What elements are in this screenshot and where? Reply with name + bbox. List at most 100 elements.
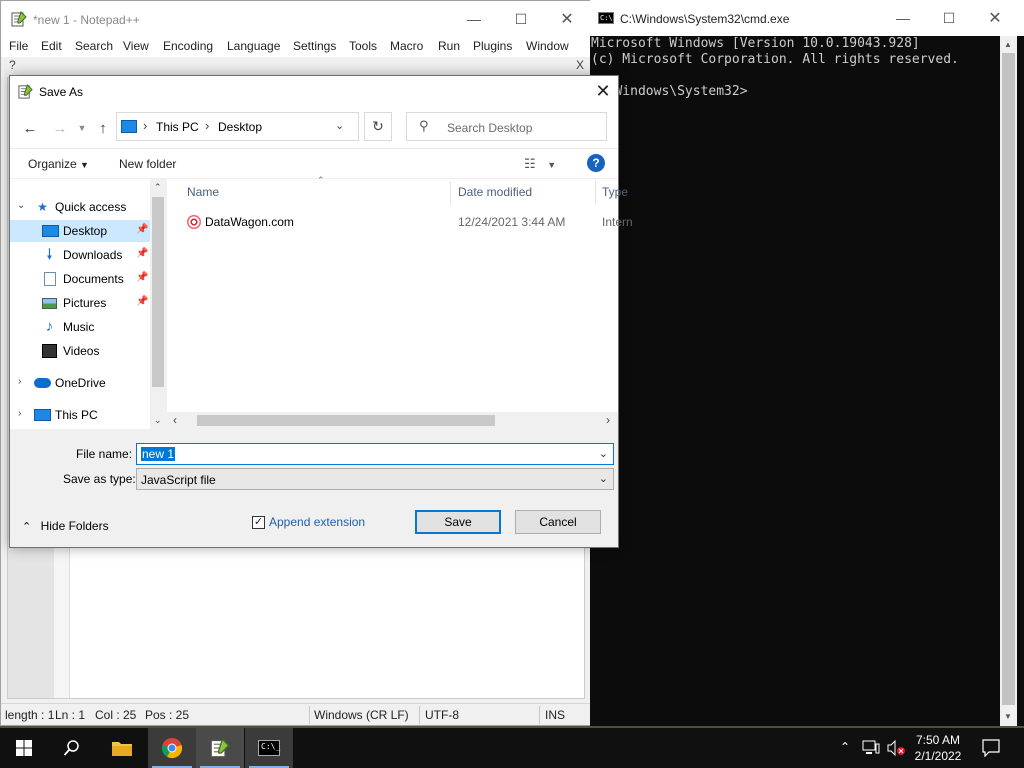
- chevron-right-icon[interactable]: ›: [18, 408, 21, 419]
- pin-icon[interactable]: 📌: [136, 248, 148, 259]
- menu-language[interactable]: Language: [227, 39, 280, 53]
- close-document-icon[interactable]: X: [576, 58, 584, 72]
- menu-edit[interactable]: Edit: [41, 39, 62, 53]
- nav-onedrive[interactable]: › OneDrive: [10, 372, 150, 394]
- notification-icon[interactable]: [982, 739, 1000, 757]
- file-name-input[interactable]: new 1 ⌄: [136, 443, 614, 465]
- maximize-icon[interactable]: ☐: [926, 0, 972, 36]
- nav-item-downloads[interactable]: 🠗 Downloads 📌: [10, 244, 150, 266]
- save-button[interactable]: Save: [415, 510, 501, 534]
- dialog-command-bar: Organize ▼ New folder ☷ ▼ ?: [10, 148, 618, 178]
- column-header-date-modified[interactable]: Date modified: [458, 185, 532, 199]
- scrollbar-thumb[interactable]: [152, 197, 164, 387]
- taskbar-chrome[interactable]: [148, 728, 196, 768]
- nav-item-videos[interactable]: Videos: [10, 340, 150, 362]
- menu-run[interactable]: Run: [438, 39, 460, 53]
- menu-window[interactable]: Window: [526, 39, 569, 53]
- scrollbar-thumb[interactable]: [1002, 53, 1015, 705]
- scroll-down-icon[interactable]: ▼: [1004, 712, 1012, 721]
- append-extension-checkbox[interactable]: ✓: [252, 516, 265, 529]
- column-header-name[interactable]: Name: [187, 185, 219, 199]
- cmd-titlebar[interactable]: C:\ C:\Windows\System32\cmd.exe — ☐ ✕: [590, 0, 1024, 36]
- cmd-console[interactable]: Microsoft Windows [Version 10.0.19043.92…: [590, 36, 1000, 726]
- up-arrow-icon[interactable]: ↑: [93, 118, 113, 138]
- menu-macro[interactable]: Macro: [390, 39, 423, 53]
- nav-label: OneDrive: [55, 376, 106, 390]
- nav-item-desktop[interactable]: Desktop 📌: [10, 220, 150, 242]
- pin-icon[interactable]: 📌: [136, 272, 148, 283]
- chevron-right-icon[interactable]: ›: [606, 413, 610, 427]
- maximize-icon[interactable]: ☐: [498, 1, 544, 37]
- file-list-hscrollbar[interactable]: ‹ ›: [167, 412, 618, 429]
- chevron-right-icon[interactable]: ›: [205, 118, 209, 133]
- windows-logo-icon: [16, 740, 32, 756]
- pin-icon[interactable]: 📌: [136, 224, 148, 235]
- close-icon[interactable]: ✕: [544, 1, 590, 37]
- taskbar-notepadpp[interactable]: [196, 728, 244, 768]
- minimize-icon[interactable]: —: [451, 1, 497, 37]
- nav-item-music[interactable]: ♪ Music: [10, 316, 150, 338]
- chevron-right-icon[interactable]: ›: [143, 118, 147, 133]
- menu-tools[interactable]: Tools: [349, 39, 377, 53]
- star-icon: ★: [37, 200, 48, 214]
- minimize-icon[interactable]: —: [880, 0, 926, 36]
- new-folder-button[interactable]: New folder: [119, 157, 176, 171]
- address-bar[interactable]: › This PC › Desktop ⌄: [116, 112, 359, 141]
- close-icon[interactable]: ✕: [972, 0, 1018, 36]
- chevron-left-icon[interactable]: ‹: [173, 413, 177, 427]
- cmd-scrollbar[interactable]: ▲ ▼: [1000, 36, 1017, 726]
- dialog-titlebar[interactable]: Save As ✕: [10, 76, 618, 106]
- nav-scrollbar[interactable]: ⌃ ⌄: [150, 179, 166, 429]
- menu-settings[interactable]: Settings: [293, 39, 336, 53]
- cancel-button[interactable]: Cancel: [515, 510, 601, 534]
- nav-label: Documents: [63, 272, 124, 286]
- start-button[interactable]: [0, 728, 48, 768]
- taskbar-clock[interactable]: 7:50 AM 2/1/2022: [908, 732, 968, 764]
- save-as-type-select[interactable]: JavaScript file ⌄: [136, 468, 614, 490]
- chevron-down-icon[interactable]: ⌄: [599, 447, 608, 460]
- taskbar-cmd[interactable]: C:\_: [245, 728, 293, 768]
- chevron-down-icon[interactable]: ⌄: [154, 415, 162, 426]
- refresh-icon[interactable]: ↻: [364, 112, 392, 141]
- column-header-type[interactable]: Type: [602, 185, 628, 199]
- chevron-down-icon[interactable]: ⌄: [335, 119, 344, 132]
- help-icon[interactable]: ?: [587, 154, 605, 172]
- chevron-right-icon[interactable]: ›: [18, 376, 21, 387]
- show-hidden-icons-chevron-icon[interactable]: ⌃: [840, 740, 850, 754]
- nav-item-pictures[interactable]: Pictures 📌: [10, 292, 150, 314]
- breadcrumb-this-pc[interactable]: This PC: [156, 120, 199, 134]
- network-icon[interactable]: [862, 740, 880, 756]
- navigation-pane: ⌄ ★ Quick access Desktop 📌 🠗 Downloads 📌…: [10, 179, 166, 429]
- breadcrumb-desktop[interactable]: Desktop: [218, 120, 262, 134]
- search-box[interactable]: ⚲ Search Desktop: [406, 112, 607, 141]
- menu-view[interactable]: View: [123, 39, 149, 53]
- scroll-up-icon[interactable]: ▲: [1004, 40, 1012, 49]
- notepad-titlebar[interactable]: *new 1 - Notepad++ — ☐ ✕: [1, 1, 590, 37]
- back-arrow-icon[interactable]: ←: [20, 118, 40, 138]
- search-button[interactable]: [48, 728, 96, 768]
- hide-folders-button[interactable]: ⌃ Hide Folders: [22, 519, 109, 533]
- pin-icon[interactable]: 📌: [136, 296, 148, 307]
- taskbar-file-explorer[interactable]: [98, 728, 146, 768]
- recent-locations-icon[interactable]: ▼: [72, 118, 92, 138]
- chevron-up-icon[interactable]: ⌃: [154, 182, 162, 193]
- dialog-title: Save As: [39, 85, 84, 99]
- file-row[interactable]: DataWagon.com 12/24/2021 3:44 AM Intern: [183, 212, 633, 232]
- chevron-down-icon[interactable]: ⌄: [17, 200, 25, 211]
- organize-button[interactable]: Organize ▼: [28, 157, 89, 171]
- forward-arrow-icon[interactable]: →: [50, 118, 70, 138]
- menu-plugins[interactable]: Plugins: [473, 39, 512, 53]
- menu-search[interactable]: Search: [75, 39, 113, 53]
- menu-file[interactable]: File: [9, 39, 28, 53]
- view-options-icon[interactable]: ☷ ▼: [524, 156, 556, 172]
- menu-encoding[interactable]: Encoding: [163, 39, 213, 53]
- nav-item-documents[interactable]: Documents 📌: [10, 268, 150, 290]
- close-icon[interactable]: ✕: [588, 79, 618, 103]
- chevron-down-icon[interactable]: ⌄: [599, 472, 608, 485]
- scrollbar-thumb[interactable]: [197, 415, 495, 426]
- nav-this-pc[interactable]: › This PC: [10, 404, 150, 426]
- nav-quick-access[interactable]: ⌄ ★ Quick access: [10, 196, 150, 218]
- volume-muted-icon[interactable]: [886, 740, 906, 756]
- append-extension-label[interactable]: Append extension: [269, 515, 365, 529]
- menu-help[interactable]: ?: [9, 58, 16, 72]
